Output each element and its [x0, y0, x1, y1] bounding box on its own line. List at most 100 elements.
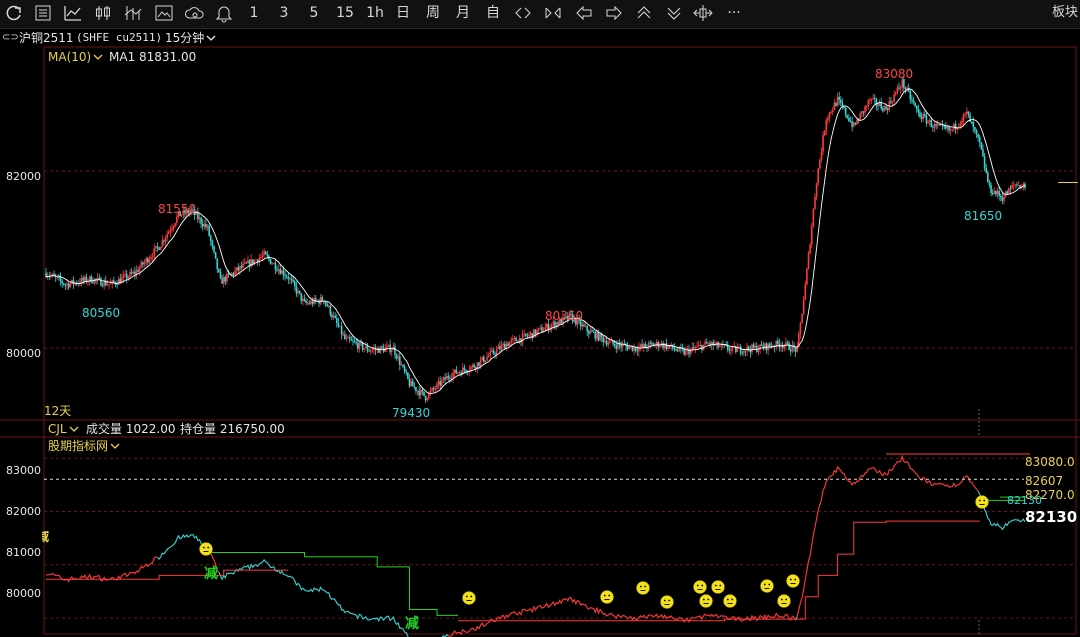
- double-down-icon[interactable]: [664, 3, 684, 23]
- days-label: 12天: [44, 404, 72, 418]
- period-month[interactable]: 月: [455, 3, 471, 23]
- candle: [106, 284, 109, 286]
- candle: [615, 345, 618, 349]
- candle: [495, 349, 498, 355]
- candle: [630, 345, 632, 347]
- period-3m[interactable]: 3: [277, 3, 291, 23]
- candle: [230, 273, 233, 275]
- smiley-icon: [600, 590, 614, 604]
- candle: [158, 247, 160, 250]
- period-dropdown[interactable]: 15分钟: [165, 31, 216, 45]
- zoom-in-icon[interactable]: [513, 3, 533, 23]
- candle: [282, 270, 285, 276]
- candle: [993, 191, 996, 194]
- candle: [324, 302, 327, 304]
- candle: [148, 259, 151, 263]
- smiley-icon: [636, 581, 650, 595]
- candle: [287, 277, 290, 280]
- candle: [394, 346, 396, 355]
- candle: [122, 275, 125, 278]
- candle: [1022, 183, 1025, 187]
- candle: [269, 259, 272, 265]
- link-icon[interactable]: ⊂⊃: [2, 31, 19, 45]
- arrow-left-icon[interactable]: [574, 3, 594, 23]
- candle: [857, 120, 860, 121]
- candle: [789, 349, 792, 352]
- candle: [749, 349, 752, 353]
- candle: [413, 386, 416, 388]
- candle: [250, 259, 252, 267]
- candle: [166, 233, 168, 238]
- cjl-dropdown[interactable]: CJL: [48, 422, 79, 436]
- more-button[interactable]: ···: [723, 3, 745, 23]
- candle: [264, 251, 267, 255]
- refresh-icon[interactable]: [4, 3, 24, 23]
- line-chart-icon[interactable]: [63, 3, 83, 23]
- candle: [673, 348, 676, 350]
- period-5m[interactable]: 5: [307, 3, 321, 23]
- double-up-icon[interactable]: [634, 3, 654, 23]
- smiley-icon: [794, 578, 797, 581]
- arrow-right-icon[interactable]: [604, 3, 624, 23]
- candle: [909, 91, 912, 100]
- candle: [896, 87, 899, 93]
- candle: [768, 343, 771, 347]
- smiley-icon: [462, 591, 476, 605]
- smiley-icon: [777, 594, 791, 608]
- chart-canvas[interactable]: [0, 0, 1080, 637]
- ma-dropdown[interactable]: MA(10): [48, 50, 103, 64]
- candle: [759, 344, 761, 350]
- indicator-icon[interactable]: [123, 3, 143, 23]
- candle: [856, 120, 858, 125]
- candle: [260, 256, 262, 259]
- candle: [888, 101, 891, 111]
- candle: [794, 347, 797, 352]
- period-label: 15分钟: [165, 31, 205, 45]
- candle: [781, 345, 784, 348]
- zoom-out-icon[interactable]: [543, 3, 563, 23]
- candle: [626, 346, 629, 350]
- candle: [72, 279, 75, 284]
- candle: [912, 100, 915, 103]
- candle: [253, 259, 256, 264]
- smiley-icon: [660, 595, 674, 609]
- candle: [88, 276, 91, 282]
- candle: [544, 327, 546, 331]
- period-day[interactable]: 日: [395, 3, 411, 23]
- list-icon[interactable]: [33, 3, 53, 23]
- smiley-icon: [470, 595, 473, 598]
- smiley-icon: [726, 598, 729, 601]
- trend-line: [448, 597, 797, 637]
- period-custom[interactable]: 自: [485, 3, 501, 23]
- candle: [594, 332, 597, 339]
- period-1h[interactable]: 1h: [366, 3, 384, 23]
- candle: [256, 259, 259, 263]
- candle: [555, 322, 558, 327]
- candle: [964, 113, 967, 115]
- cloud-sync-icon[interactable]: [184, 3, 206, 23]
- candle-icon[interactable]: [93, 3, 113, 23]
- bell-icon[interactable]: [214, 3, 234, 23]
- candle: [132, 271, 135, 274]
- annotation-low: 80560: [82, 306, 121, 320]
- sub-y-tick-83000: 83000: [6, 464, 41, 477]
- period-15m[interactable]: 15: [336, 3, 354, 23]
- sub-indicator-dropdown[interactable]: 股期指标网: [48, 439, 120, 453]
- candle: [135, 270, 138, 275]
- sector-button[interactable]: 板块: [1050, 3, 1080, 23]
- crosshair-icon[interactable]: [692, 3, 714, 23]
- candle: [665, 343, 668, 349]
- candle: [872, 98, 874, 99]
- image-icon[interactable]: [154, 3, 174, 23]
- candle: [285, 276, 288, 278]
- candle: [473, 364, 475, 368]
- annotation-high: 81550: [158, 202, 197, 216]
- chevron-down-icon: [110, 443, 120, 449]
- period-week[interactable]: 周: [425, 3, 441, 23]
- candle: [899, 87, 902, 89]
- candle: [641, 344, 643, 347]
- instrument-name[interactable]: 沪铜2511: [19, 31, 74, 45]
- candle: [500, 345, 503, 350]
- period-1m[interactable]: 1: [247, 3, 261, 23]
- candle: [398, 356, 401, 366]
